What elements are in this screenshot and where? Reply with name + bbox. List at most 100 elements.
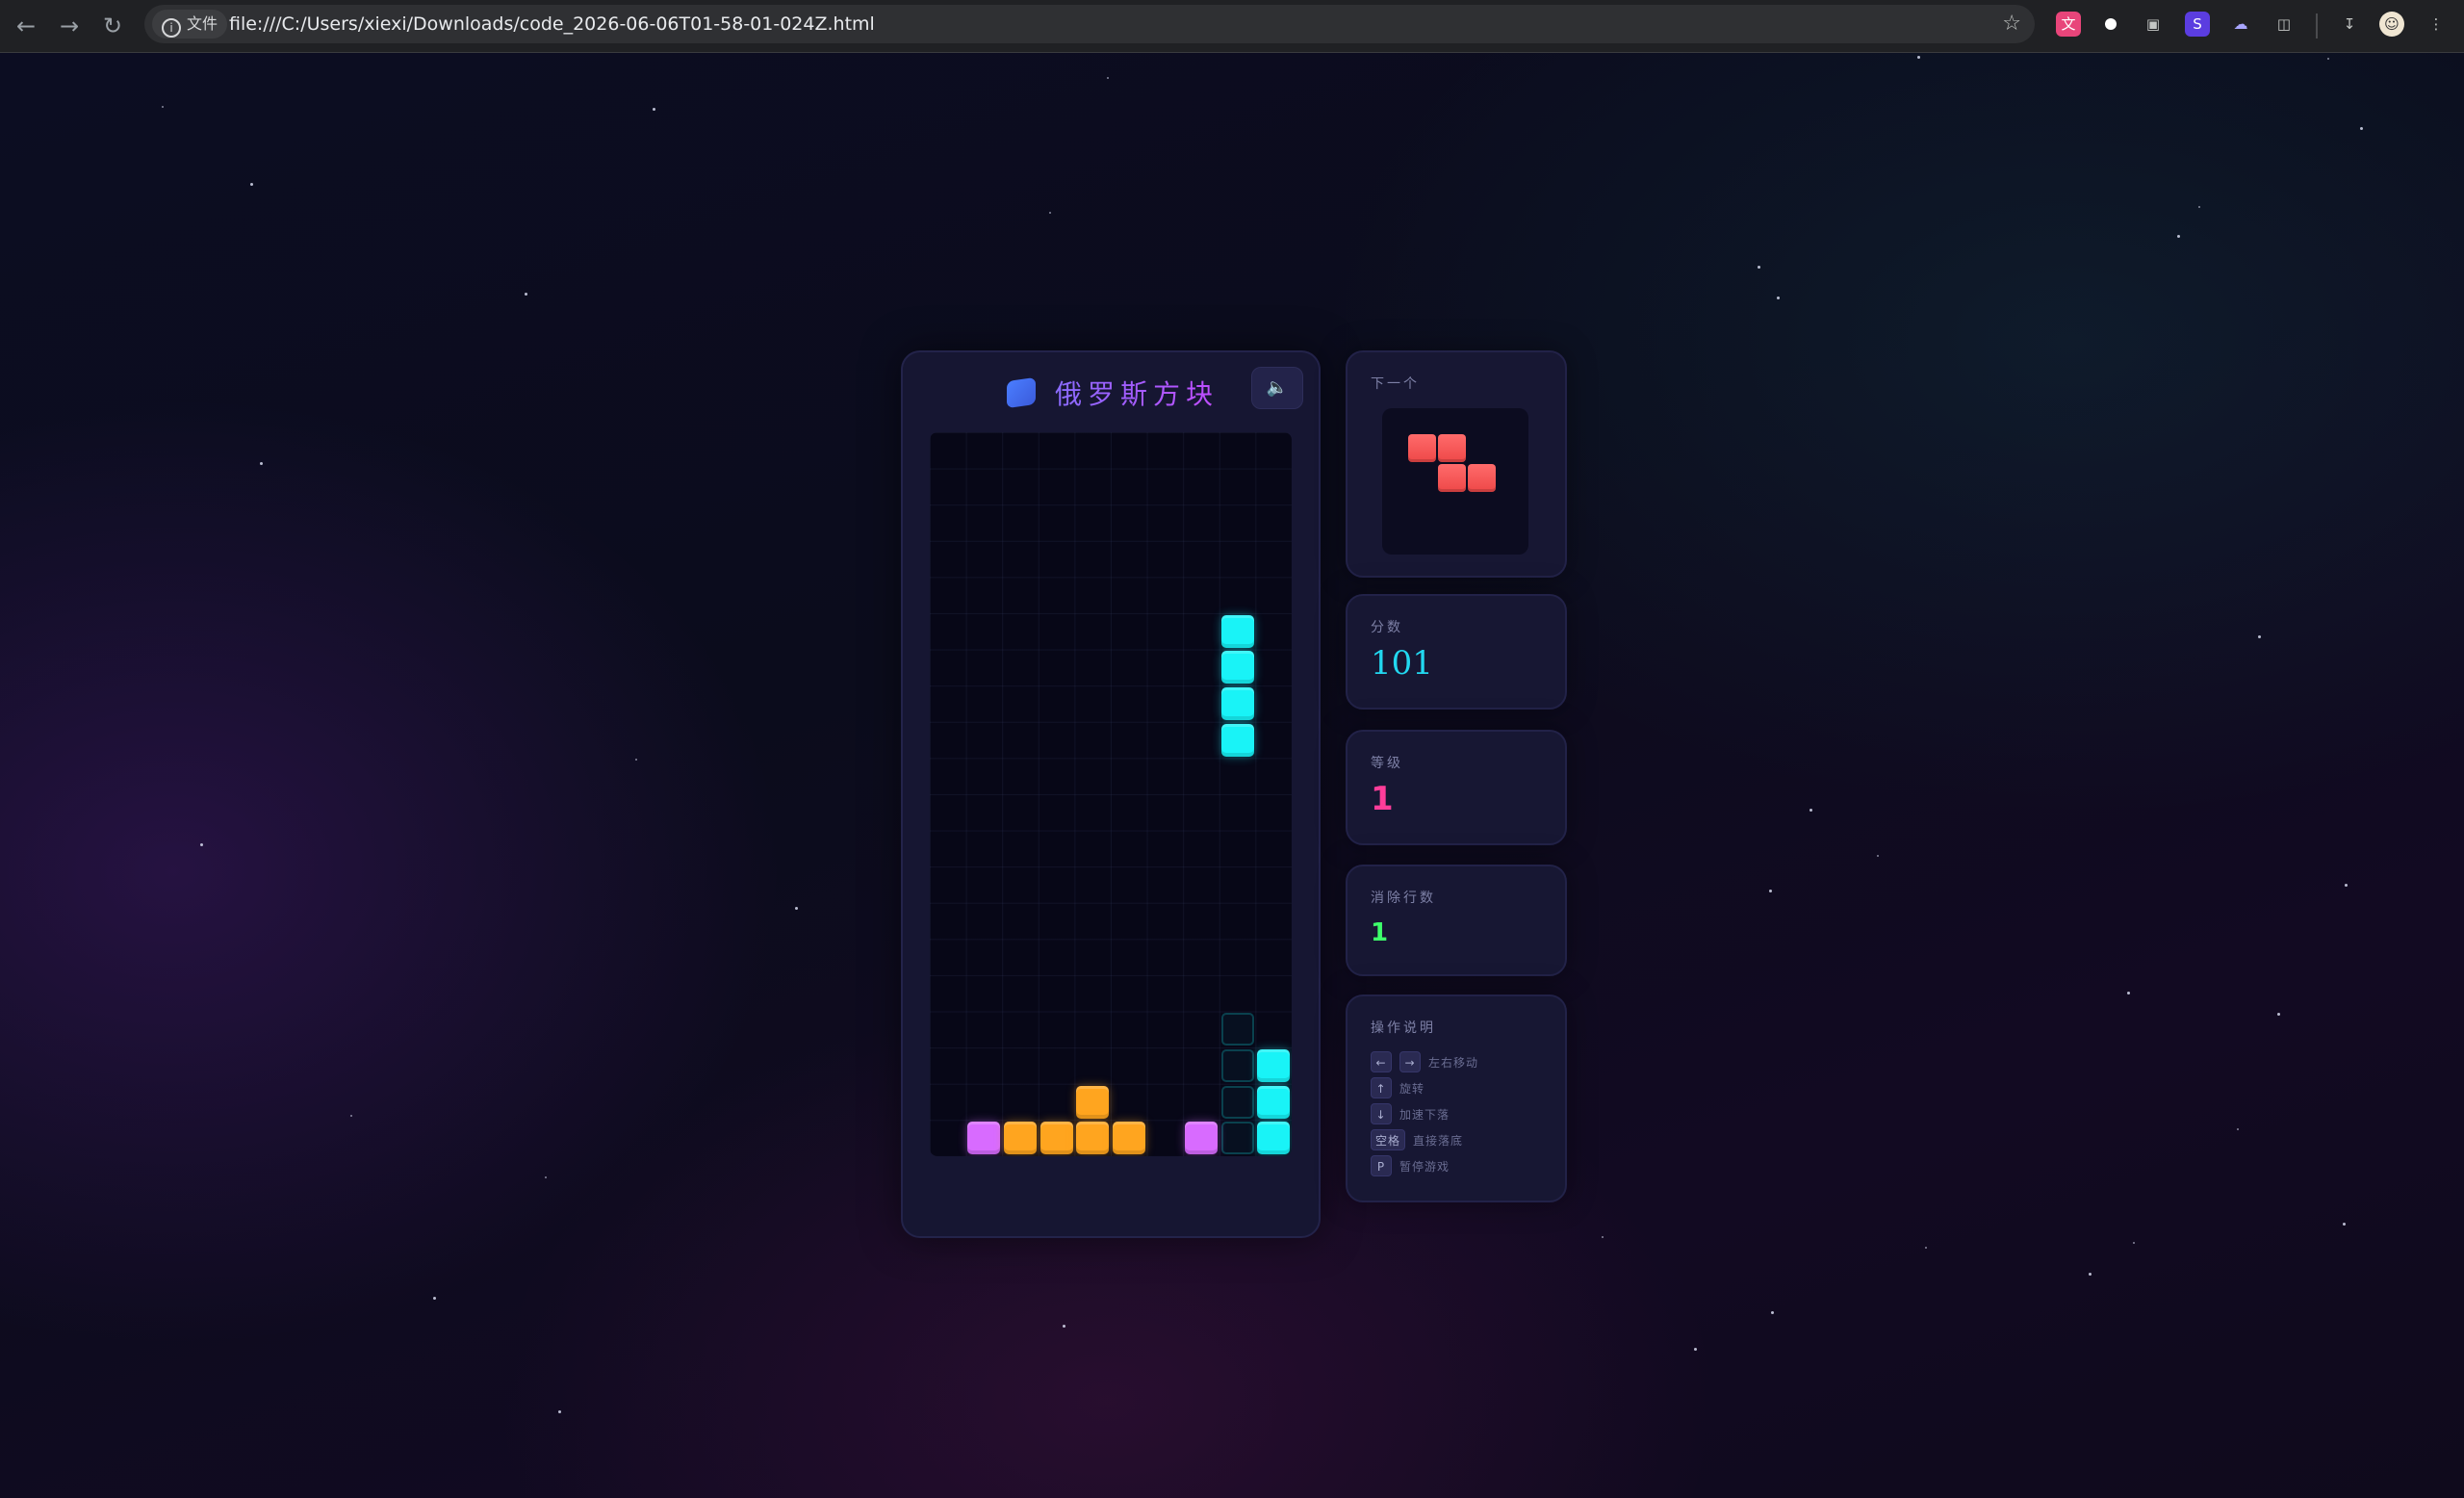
background-star xyxy=(2133,1242,2135,1244)
extension-camera-icon[interactable]: ▣ xyxy=(2141,12,2166,37)
background-star xyxy=(1877,855,1879,857)
extension-sync-icon[interactable]: S xyxy=(2185,12,2210,37)
board-cell-locked xyxy=(1257,1085,1291,1119)
key-right: → xyxy=(1399,1051,1421,1072)
speaker-icon: 🔈 xyxy=(1266,377,1289,398)
background-star xyxy=(545,1176,547,1178)
board-cell-locked xyxy=(1257,1122,1291,1155)
background-star xyxy=(1777,297,1780,299)
score-value: 101 xyxy=(1371,644,1433,683)
game-title: 俄罗斯方块 xyxy=(1055,374,1219,412)
background-star xyxy=(1771,1311,1774,1314)
next-piece-preview xyxy=(1382,408,1528,555)
board-cell-locked xyxy=(967,1122,1001,1155)
control-row-hard-drop: 空格 直接落底 xyxy=(1371,1129,1463,1150)
lines-card: 消除行数 1 xyxy=(1346,865,1567,976)
background-star xyxy=(2345,884,2348,887)
controls-card: 操作说明 ← → 左右移动 ↑ 旋转 ↓ 加速下落 空格 直接落底 P 暂停游戏 xyxy=(1346,994,1567,1202)
key-left: ← xyxy=(1371,1051,1392,1072)
board-cell-locked xyxy=(1076,1122,1110,1155)
browser-toolbar: ← → ↻ i 文件 file:///C:/Users/xiexi/Downloa… xyxy=(0,0,2464,53)
background-star xyxy=(1769,890,1772,892)
control-row-soft-drop: ↓ 加速下落 xyxy=(1371,1103,1450,1124)
key-space: 空格 xyxy=(1371,1129,1406,1150)
reload-icon[interactable]: ↻ xyxy=(96,10,129,42)
background-star xyxy=(2277,1013,2280,1016)
background-star xyxy=(433,1297,436,1300)
info-icon: i xyxy=(162,18,181,38)
profile-icon[interactable]: ☺ xyxy=(2379,12,2404,37)
sound-toggle-button[interactable]: 🔈 xyxy=(1251,367,1303,409)
control-row-rotate: ↑ 旋转 xyxy=(1371,1077,1424,1098)
score-card: 分数 101 xyxy=(1346,594,1567,710)
next-piece-cell xyxy=(1408,434,1436,462)
file-chip-label: 文件 xyxy=(187,14,218,33)
board-cell-ghost xyxy=(1220,1049,1254,1082)
next-piece-cell xyxy=(1438,464,1466,492)
star-icon[interactable]: ☆ xyxy=(2002,5,2021,43)
url-text[interactable]: file:///C:/Users/xiexi/Downloads/code_20… xyxy=(229,5,875,43)
background-star xyxy=(653,108,655,111)
control-desc: 直接落底 xyxy=(1413,1133,1464,1148)
tetris-board[interactable] xyxy=(930,432,1292,1156)
next-piece-cell xyxy=(1468,464,1496,492)
board-cell-locked xyxy=(1040,1122,1073,1155)
background-star xyxy=(350,1115,352,1117)
address-bar[interactable]: i 文件 file:///C:/Users/xiexi/Downloads/cod… xyxy=(144,5,2035,43)
board-cell-active xyxy=(1220,614,1254,648)
board-cell-active xyxy=(1220,723,1254,757)
site-info-chip[interactable]: i 文件 xyxy=(152,10,227,39)
control-desc: 加速下落 xyxy=(1399,1107,1450,1122)
extension-cloud-icon[interactable]: ☁ xyxy=(2228,12,2253,37)
key-up: ↑ xyxy=(1371,1077,1392,1098)
next-piece-card: 下一个 xyxy=(1346,350,1567,578)
background-star xyxy=(635,759,637,761)
control-row-move: ← → 左右移动 xyxy=(1371,1051,1478,1072)
game-header: 俄罗斯方块 xyxy=(1007,370,1219,416)
background-star xyxy=(558,1410,561,1413)
background-star xyxy=(200,843,203,846)
score-label: 分数 xyxy=(1371,620,1403,635)
extension-record-icon[interactable] xyxy=(2098,12,2123,37)
board-cell-ghost xyxy=(1220,1013,1254,1046)
background-star xyxy=(1602,1236,1604,1238)
board-cell-locked xyxy=(1004,1122,1037,1155)
level-value: 1 xyxy=(1371,780,1394,818)
next-piece-cell xyxy=(1438,434,1466,462)
background-star xyxy=(2360,127,2363,130)
board-cell-active xyxy=(1220,687,1254,720)
game-panel: 俄罗斯方块 🔈 xyxy=(901,350,1321,1238)
background-star xyxy=(1694,1348,1697,1351)
background-star xyxy=(2198,206,2200,208)
cube-logo-icon xyxy=(1007,376,1036,409)
level-label: 等级 xyxy=(1371,756,1403,771)
background-star xyxy=(2237,1128,2239,1130)
download-icon[interactable]: ↧ xyxy=(2337,12,2362,37)
board-cell-locked xyxy=(1257,1049,1291,1082)
background-star xyxy=(1049,212,1051,214)
board-cell-ghost xyxy=(1220,1122,1254,1155)
background-star xyxy=(525,293,527,296)
menu-icon[interactable]: ⋮ xyxy=(2424,12,2449,37)
background-star xyxy=(1107,77,1109,79)
background-star xyxy=(2327,58,2329,60)
background-star xyxy=(250,183,253,186)
extensions-puzzle-icon[interactable]: ◫ xyxy=(2272,12,2297,37)
extension-translate-icon[interactable]: 文 xyxy=(2056,12,2081,37)
background-star xyxy=(2177,235,2180,238)
background-star xyxy=(1758,266,1760,269)
control-desc: 左右移动 xyxy=(1428,1055,1479,1070)
background-star xyxy=(2343,1223,2346,1226)
key-p: P xyxy=(1371,1155,1392,1176)
back-icon[interactable]: ← xyxy=(10,10,42,42)
lines-value: 1 xyxy=(1371,918,1389,947)
background-star xyxy=(1810,809,1812,812)
background-star xyxy=(260,462,263,465)
background-star xyxy=(1917,56,1920,59)
level-card: 等级 1 xyxy=(1346,730,1567,845)
background-star xyxy=(2127,992,2130,994)
board-cell-active xyxy=(1220,651,1254,684)
lines-label: 消除行数 xyxy=(1371,891,1436,906)
background-star xyxy=(795,907,798,910)
forward-icon[interactable]: → xyxy=(53,10,86,42)
